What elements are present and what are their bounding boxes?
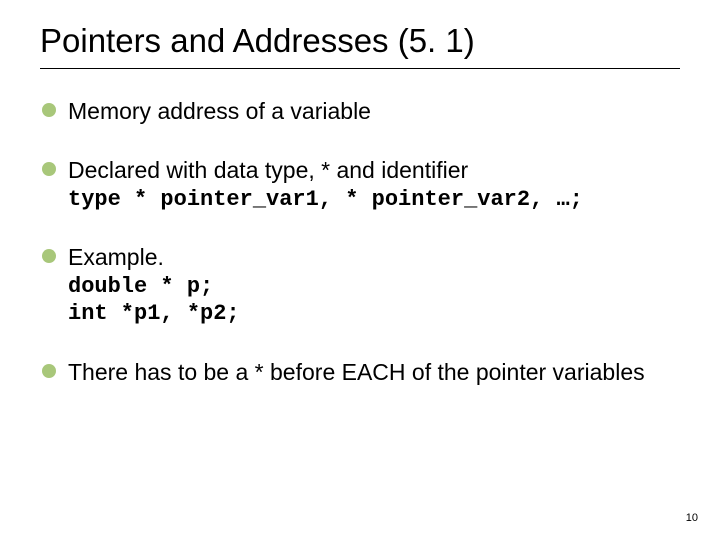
bullet-item-2: Declared with data type, * and identifie… — [40, 156, 680, 213]
bullet-item-1: Memory address of a variable — [40, 97, 680, 126]
title-rule — [40, 68, 680, 69]
slide: Pointers and Addresses (5. 1) Memory add… — [0, 0, 720, 540]
bullet-list: Memory address of a variable Declared wi… — [40, 97, 680, 387]
bullet-text-4: There has to be a * before EACH of the p… — [68, 359, 645, 385]
page-number: 10 — [686, 512, 698, 524]
code-line-declaration: type * pointer_var1, * pointer_var2, …; — [68, 186, 680, 214]
bullet-text-1: Memory address of a variable — [68, 98, 371, 124]
bullet-item-3: Example. double * p; int *p1, *p2; — [40, 243, 680, 327]
bullet-text-3: Example. — [68, 244, 164, 270]
slide-title: Pointers and Addresses (5. 1) — [40, 22, 680, 60]
code-line-example-2: int *p1, *p2; — [68, 300, 680, 328]
code-line-example-1: double * p; — [68, 273, 680, 301]
bullet-text-2: Declared with data type, * and identifie… — [68, 157, 468, 183]
bullet-item-4: There has to be a * before EACH of the p… — [40, 358, 680, 387]
